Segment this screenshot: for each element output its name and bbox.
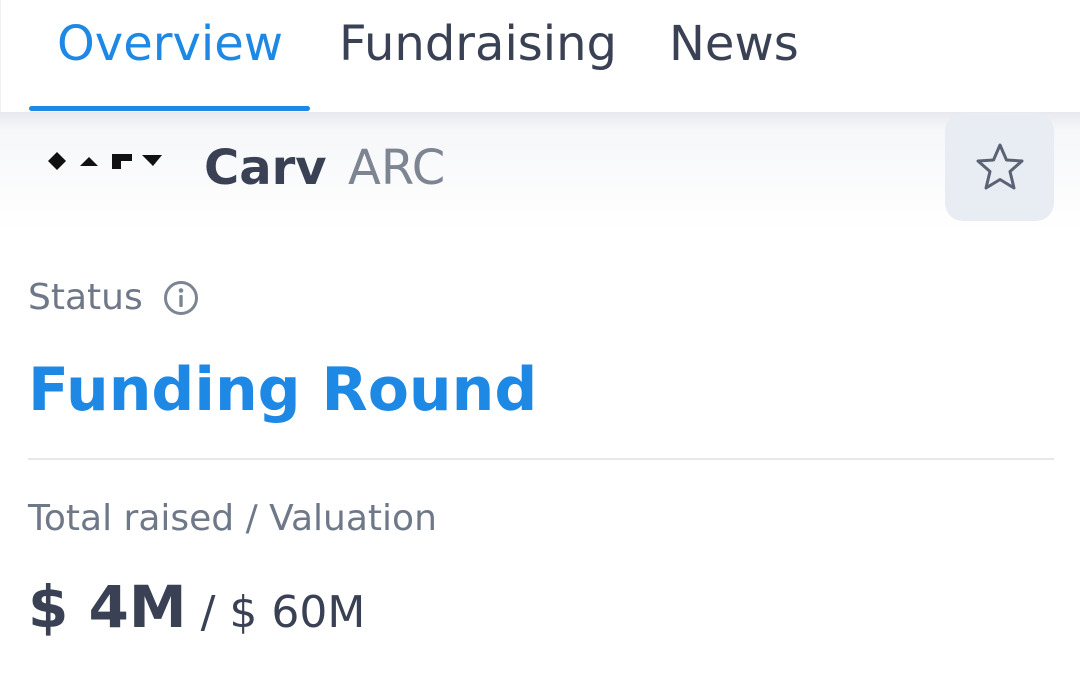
status-label: Status — [28, 277, 143, 318]
value-separator: / — [186, 587, 230, 638]
total-raised-valuation-label: Total raised / Valuation — [28, 498, 437, 539]
total-raised-value: $ 4M — [28, 573, 187, 641]
tab-bar: Overview Fundraising News — [0, 0, 1080, 112]
tab-news[interactable]: News — [669, 14, 799, 74]
tab-overview[interactable]: Overview — [57, 14, 283, 74]
status-value: Funding Round — [28, 355, 538, 425]
coin-symbol: ARC — [348, 140, 446, 196]
carv-logo — [48, 152, 162, 170]
active-tab-indicator — [29, 106, 310, 111]
coin-name: Carv — [204, 140, 327, 196]
divider — [28, 458, 1054, 460]
star-icon — [976, 143, 1023, 190]
info-icon[interactable] — [163, 280, 199, 316]
favorite-button[interactable] — [945, 113, 1054, 221]
funding-amounts: $ 4M / $ 60M — [28, 572, 365, 648]
tab-fundraising[interactable]: Fundraising — [339, 14, 617, 74]
valuation-value: $ 60M — [229, 587, 366, 638]
